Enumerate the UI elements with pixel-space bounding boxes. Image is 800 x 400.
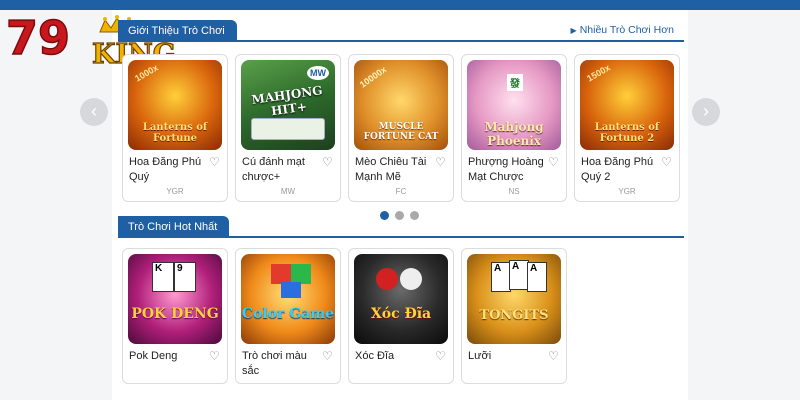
thumb-title: POK DENG: [131, 306, 219, 322]
mahjong-tile-badge: 發: [507, 74, 523, 91]
thumb-title: Mahjong Phoenix: [484, 120, 544, 148]
thumb-title: Lanterns of Fortune: [142, 122, 208, 144]
game-thumbnail[interactable]: MW MAHJONG HIT+: [241, 60, 335, 150]
heart-outline-icon[interactable]: ♡: [548, 155, 559, 169]
intro-section-title: Giới Thiệu Trò Chơi: [118, 20, 237, 42]
hot-section-header: Trò Chơi Hot Nhất: [118, 216, 684, 238]
playing-card-icon: A: [509, 260, 529, 290]
game-name: Hoa Đăng Phú Quý 2: [581, 156, 654, 183]
color-cube-icon: [291, 264, 311, 284]
heart-outline-icon[interactable]: ♡: [322, 349, 333, 363]
thumb-title: Lanterns of Fortune 2: [594, 122, 660, 144]
game-card[interactable]: 發 Mahjong Phoenix Phượng Hoàng Mạt Chược…: [461, 54, 567, 202]
game-thumbnail[interactable]: Xóc Đĩa: [354, 254, 448, 344]
dice-disc-icon: [376, 268, 398, 290]
logo-79-text: 79: [6, 11, 70, 65]
intro-section-header: Giới Thiệu Trò Chơi ▶ Nhiều Trò Chơi Hơn: [118, 20, 684, 42]
chevron-right-icon: ›: [703, 101, 709, 121]
heart-outline-icon[interactable]: ♡: [548, 349, 559, 363]
game-name: Phượng Hoàng Mạt Chược: [468, 156, 544, 183]
game-card[interactable]: Xóc Đĩa Xóc Đĩa ♡: [348, 248, 454, 384]
multiplier-badge: 1000x: [133, 62, 160, 84]
game-name: Hoa Đăng Phú Quý: [129, 156, 202, 183]
carousel-next-button[interactable]: ›: [692, 98, 720, 126]
playing-card-icon: A: [527, 262, 547, 292]
mahjong-tiles-graphic: [251, 118, 325, 140]
more-games-label: Nhiều Trò Chơi Hơn: [579, 24, 674, 36]
game-thumbnail[interactable]: K 9 POK DENG: [128, 254, 222, 344]
provider-label: MW: [280, 187, 296, 196]
heart-outline-icon[interactable]: ♡: [435, 155, 446, 169]
game-name: Cú đánh mạt chược+: [242, 156, 305, 183]
heart-outline-icon[interactable]: ♡: [661, 155, 672, 169]
heart-outline-icon[interactable]: ♡: [435, 349, 446, 363]
playing-card-icon: K: [152, 262, 174, 292]
color-cube-icon: [271, 264, 291, 284]
provider-label: YGR: [166, 187, 184, 196]
game-thumbnail[interactable]: Color Game: [241, 254, 335, 344]
game-name: Lưỡi: [468, 350, 492, 362]
heart-outline-icon[interactable]: ♡: [209, 155, 220, 169]
game-thumbnail[interactable]: 1500x Lanterns of Fortune 2: [580, 60, 674, 150]
game-card[interactable]: 10000x MUSCLE FORTUNE CAT Mèo Chiêu Tài …: [348, 54, 454, 202]
hot-section-title: Trò Chơi Hot Nhất: [118, 216, 230, 238]
game-thumbnail[interactable]: 10000x MUSCLE FORTUNE CAT: [354, 60, 448, 150]
heart-outline-icon[interactable]: ♡: [209, 349, 220, 363]
color-cube-icon: [281, 282, 301, 298]
game-card[interactable]: 1000x Lanterns of Fortune Hoa Đăng Phú Q…: [122, 54, 228, 202]
triangle-right-icon: ▶: [570, 26, 577, 35]
multiplier-badge: 10000x: [357, 64, 389, 90]
game-name: Xóc Đĩa: [355, 350, 395, 362]
provider-logo-badge: MW: [307, 66, 329, 80]
more-games-link[interactable]: ▶ Nhiều Trò Chơi Hơn: [571, 24, 674, 36]
game-card[interactable]: MW MAHJONG HIT+ Cú đánh mạt chược+ ♡ MW: [235, 54, 341, 202]
game-name: Mèo Chiêu Tài Mạnh Mẽ: [355, 156, 427, 183]
thumb-title: TONGITS: [479, 308, 549, 323]
game-card[interactable]: Color Game Trò chơi màu sắc ♡: [235, 248, 341, 384]
game-card[interactable]: 1500x Lanterns of Fortune 2 Hoa Đăng Phú…: [574, 54, 680, 202]
playing-card-icon: A: [491, 262, 511, 292]
thumb-title: Xóc Đĩa: [370, 306, 432, 322]
game-thumbnail[interactable]: A A A TONGITS: [467, 254, 561, 344]
game-name: Trò chơi màu sắc: [242, 350, 307, 377]
multiplier-badge: 1500x: [585, 62, 612, 84]
game-thumbnail[interactable]: 1000x Lanterns of Fortune: [128, 60, 222, 150]
game-name: Pok Deng: [129, 350, 178, 362]
game-card[interactable]: A A A TONGITS Lưỡi ♡: [461, 248, 567, 384]
provider-label: YGR: [618, 187, 636, 196]
carousel-prev-button[interactable]: ‹: [80, 98, 108, 126]
game-thumbnail[interactable]: 發 Mahjong Phoenix: [467, 60, 561, 150]
game-card[interactable]: K 9 POK DENG Pok Deng ♡: [122, 248, 228, 384]
provider-label: FC: [395, 187, 407, 196]
chevron-left-icon: ‹: [91, 101, 97, 121]
heart-outline-icon[interactable]: ♡: [322, 155, 333, 169]
playing-card-icon: 9: [174, 262, 196, 292]
thumb-title: MUSCLE FORTUNE CAT: [363, 122, 439, 142]
thumb-title: Color Game: [241, 306, 335, 322]
dice-disc-icon: [400, 268, 422, 290]
thumb-title: MAHJONG HIT+: [250, 83, 324, 119]
provider-label: NS: [508, 187, 520, 196]
